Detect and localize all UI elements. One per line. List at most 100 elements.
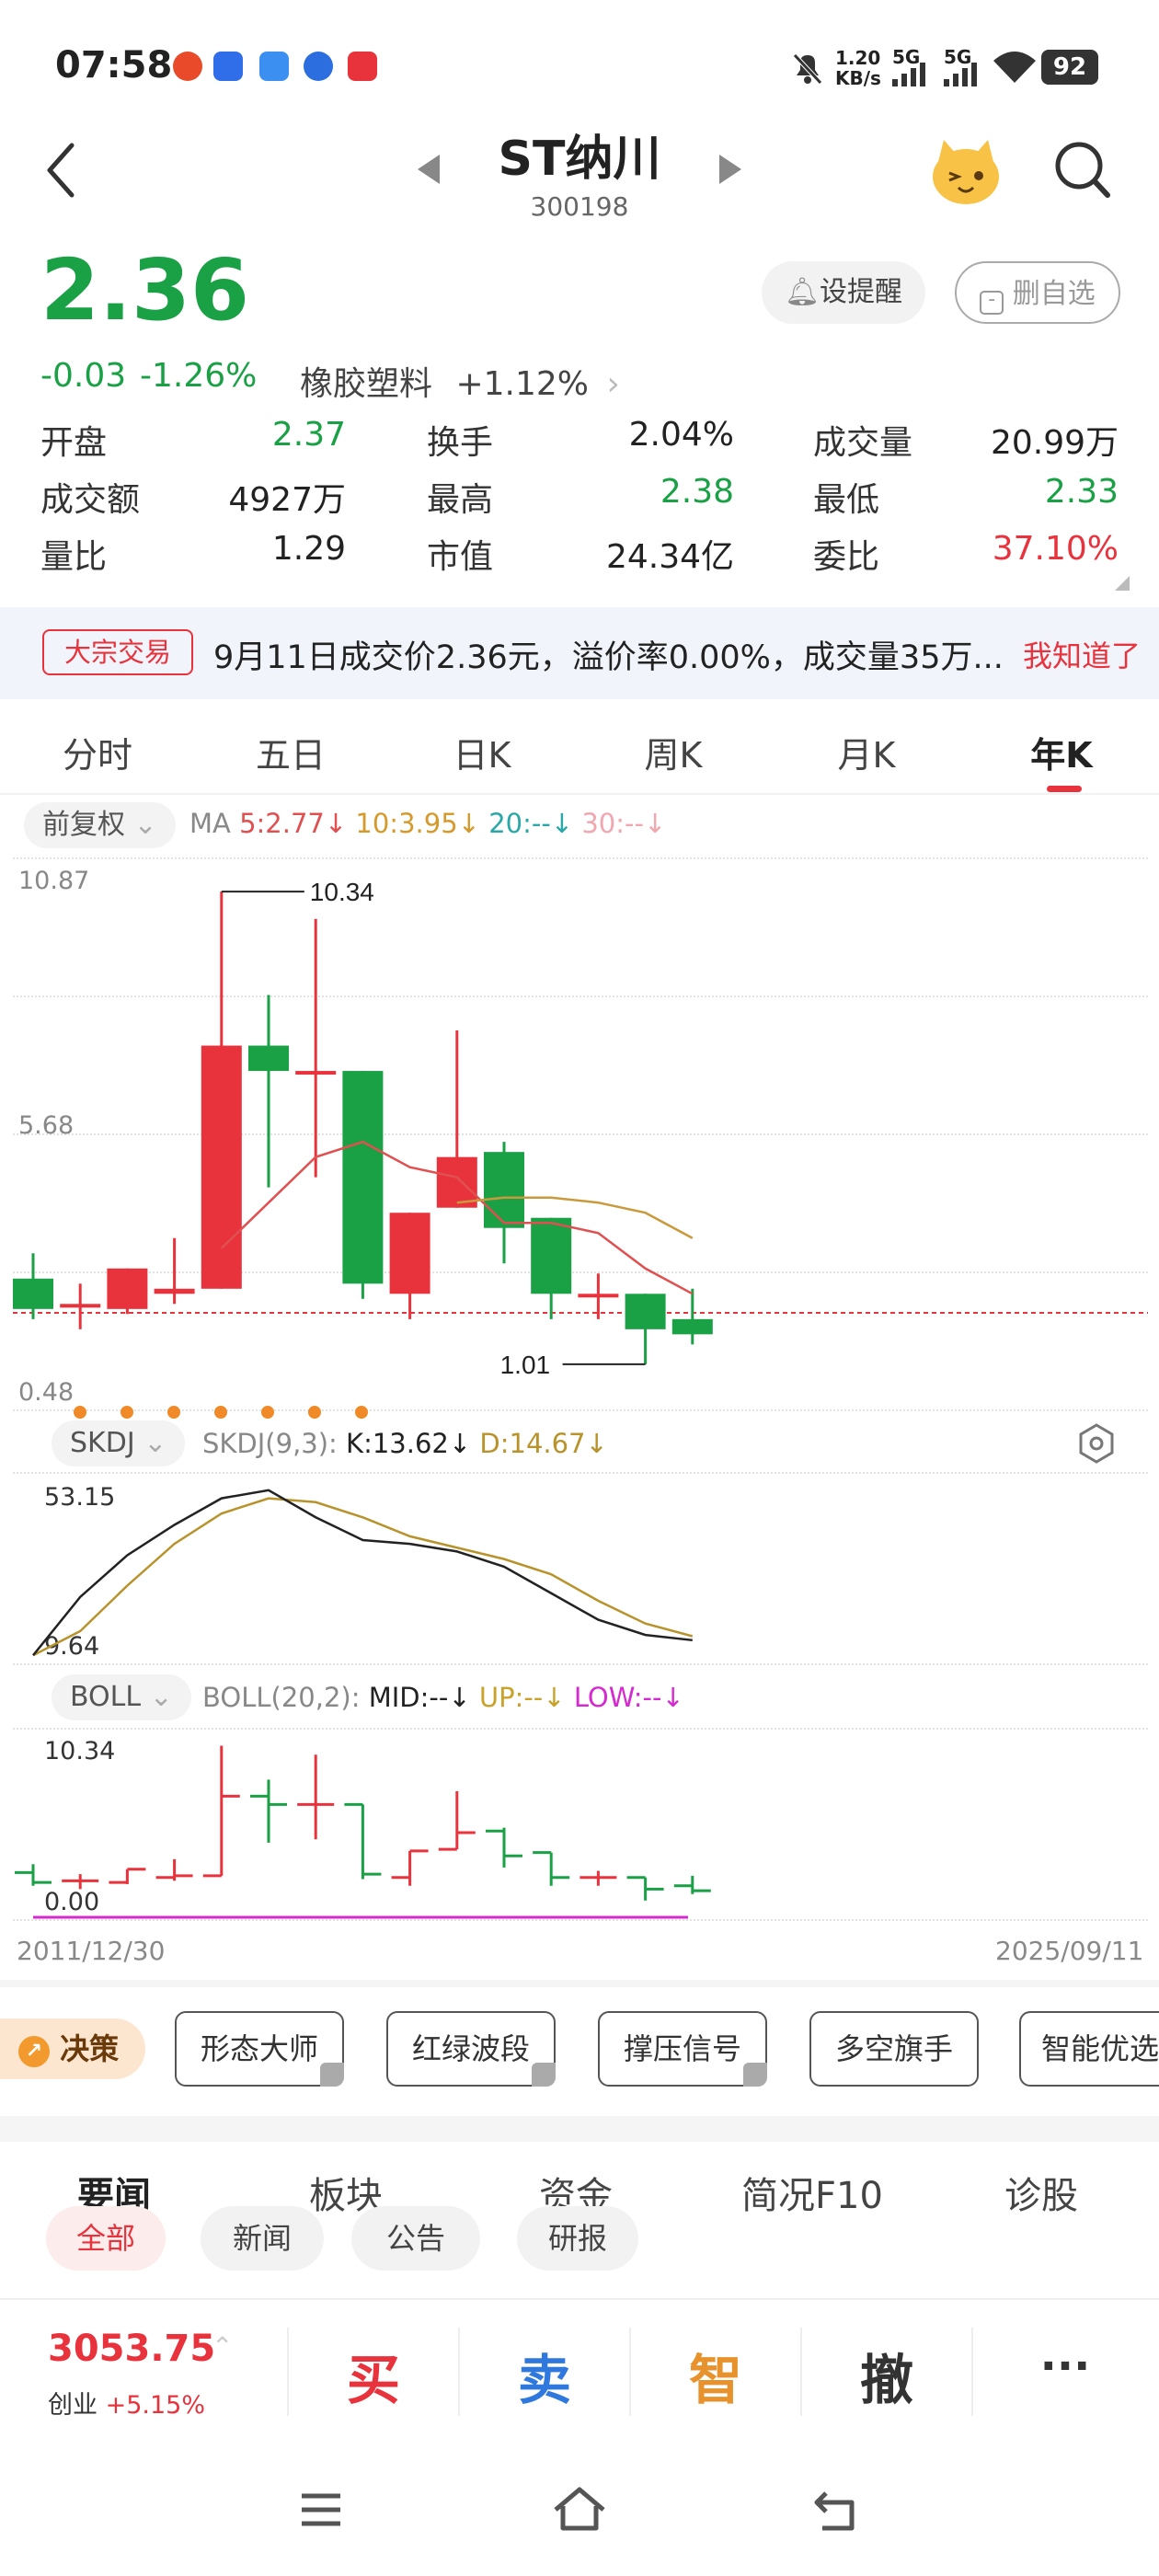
shopping-app-icon — [348, 52, 377, 81]
stat-value: 37.10% — [992, 530, 1119, 568]
dismiss-notice-button[interactable]: 我知道了 — [1023, 633, 1141, 675]
tab-2[interactable]: 日K — [408, 727, 556, 777]
lock-icon — [320, 2063, 344, 2087]
mute-bell-icon — [793, 53, 822, 85]
divider — [971, 2328, 973, 2416]
net-speed: 1.20 KB/s — [835, 47, 881, 89]
skdj-legend: SKDJ(9,3): K:13.62↓ D:14.67↓ — [202, 1428, 608, 1459]
high-price-label: 10.34 — [310, 878, 374, 906]
strategy-chip-2[interactable]: 撑压信号 — [598, 2011, 767, 2087]
lock-icon — [743, 2063, 767, 2087]
chevron-up-icon[interactable]: ⌃ — [212, 2331, 233, 2362]
divider — [629, 2328, 631, 2416]
index-info: 创业 +5.15% — [48, 2391, 205, 2420]
candle-body — [201, 1045, 242, 1289]
section-gap — [0, 1980, 1159, 1987]
tab-0[interactable]: 分时 — [24, 727, 171, 777]
news-subtab-2[interactable]: 公告 — [351, 2206, 480, 2271]
smart-trade-button[interactable]: 智 — [660, 2337, 771, 2414]
chevron-down-icon: ⌄ — [143, 1427, 167, 1459]
news-subtab-3[interactable]: 研报 — [517, 2206, 638, 2271]
search-icon[interactable] — [1052, 138, 1113, 202]
sell-button[interactable]: 卖 — [489, 2337, 600, 2414]
menu-icon[interactable] — [300, 2491, 342, 2528]
stat-label: 最高 — [427, 481, 494, 519]
cancel-order-button[interactable]: 撤 — [832, 2337, 942, 2414]
signal-dot — [261, 1406, 274, 1419]
strategy-chip-label: 智能优选 — [1041, 2031, 1159, 2066]
divider — [458, 2328, 460, 2416]
stat-label: 市值 — [427, 538, 494, 576]
price-change: -0.03 — [40, 357, 127, 395]
skdj-k-line — [32, 1489, 693, 1657]
stat-value: 2.04% — [628, 416, 734, 454]
tab-5[interactable]: 年K — [988, 727, 1135, 777]
boll-chart[interactable] — [0, 1728, 1159, 1921]
ma-legend: MA 5:2.77↓ 10:3.95↓ 20:--↓ 30:--↓ — [189, 808, 667, 839]
tab-1[interactable]: 五日 — [217, 727, 364, 777]
signal-bars-icon — [892, 63, 925, 86]
strategy-chip-1[interactable]: 红绿波段 — [386, 2011, 556, 2087]
candle-body — [671, 1318, 713, 1335]
buy-button[interactable]: 买 — [318, 2337, 429, 2414]
candle-body — [531, 1217, 572, 1294]
candle-body — [342, 1071, 384, 1284]
news-subtab-1[interactable]: 新闻 — [201, 2206, 324, 2271]
stat-label: 量比 — [40, 538, 108, 576]
tab-3[interactable]: 周K — [600, 727, 747, 777]
skdj-chart[interactable] — [0, 1472, 1159, 1665]
candlestick-chart[interactable]: 10.34 1.01 — [0, 857, 1159, 1409]
divider — [0, 793, 1159, 795]
candle-body — [625, 1294, 666, 1329]
adjust-selector[interactable]: 前复权 ⌄ — [24, 802, 176, 848]
signal-dot — [355, 1406, 368, 1419]
next-stock-icon[interactable] — [716, 153, 743, 186]
candle-body — [578, 1294, 619, 1298]
news-tab-3[interactable]: 简况F10 — [741, 2166, 883, 2219]
last-price: 2.36 — [40, 241, 249, 339]
stat-label: 开盘 — [40, 424, 108, 462]
active-tab-indicator — [1047, 786, 1082, 792]
indicator-settings-icon[interactable] — [1076, 1422, 1117, 1465]
candle-body — [107, 1268, 148, 1309]
signal-dot — [120, 1406, 133, 1419]
boll-legend: BOLL(20,2): MID:--↓ UP:--↓ LOW:--↓ — [202, 1682, 684, 1713]
remove-watchlist-button[interactable]: - 删自选 — [955, 261, 1120, 324]
sector-name: 橡胶塑料 — [300, 365, 433, 403]
stat-value: 2.33 — [1044, 473, 1119, 511]
candle-body — [13, 1278, 53, 1309]
strategy-chip-4[interactable]: 智能优选 — [1019, 2011, 1159, 2087]
expand-corner-icon[interactable] — [1115, 576, 1130, 591]
candle-body — [484, 1152, 524, 1228]
system-nav-bar — [0, 2449, 1159, 2576]
stat-value: 1.29 — [271, 530, 346, 568]
sector-link[interactable]: 橡胶塑料 +1.12% › — [300, 357, 620, 405]
boll-selector[interactable]: BOLL ⌄ — [52, 1674, 191, 1720]
stat-value: 4927万 — [228, 481, 346, 519]
block-trade-notice: 大宗交易 9月11日成交价2.36元，溢价率0.00%，成交量35万... 我知… — [0, 607, 1159, 699]
home-icon[interactable] — [552, 2486, 607, 2532]
skdj-selector[interactable]: SKDJ ⌄ — [52, 1420, 186, 1466]
signal-dot — [167, 1406, 180, 1419]
divider — [287, 2328, 289, 2416]
stat-label: 委比 — [813, 538, 880, 576]
set-alert-button[interactable]: 🔔︎设提醒 — [762, 261, 925, 324]
message-app-icon — [259, 52, 289, 81]
strategy-chip-3[interactable]: 多空旗手 — [809, 2011, 979, 2087]
section-gap — [0, 2116, 1159, 2142]
signal-dot — [74, 1406, 86, 1419]
status-bar: 07:58 1.20 KB/s 5G 5G 92 — [0, 0, 1159, 129]
news-subtab-0[interactable]: 全部 — [46, 2206, 166, 2271]
stat-label: 成交量 — [813, 424, 913, 462]
candle-body — [248, 1045, 289, 1072]
index-value[interactable]: 3053.75 — [48, 2328, 215, 2370]
decision-badge[interactable]: ↗ 决策 — [0, 2018, 145, 2079]
more-button[interactable]: ··· — [1010, 2340, 1120, 2392]
back-nav-icon[interactable] — [813, 2488, 861, 2532]
stat-value: 2.38 — [660, 473, 734, 511]
strategy-chip-label: 形态大师 — [200, 2031, 318, 2066]
tab-4[interactable]: 月K — [793, 727, 940, 777]
mascot-icon[interactable] — [927, 134, 1004, 208]
strategy-chip-0[interactable]: 形态大师 — [175, 2011, 344, 2087]
news-tab-4[interactable]: 诊股 — [1004, 2166, 1078, 2219]
